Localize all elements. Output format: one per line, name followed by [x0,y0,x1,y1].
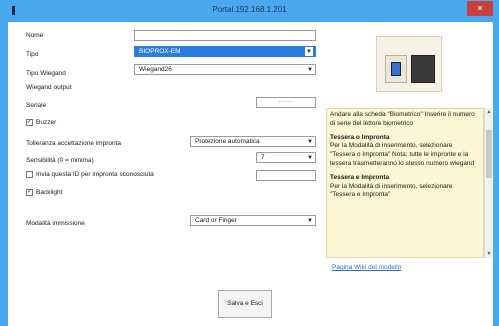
tipo-value: BIOPROX-EM [139,48,181,55]
close-button[interactable]: ✕ [467,1,493,16]
help-panel: Andare alla scheda "Biometrico" Inserire… [326,108,484,258]
help-section1-title: Tessera o Impronta [330,133,390,141]
buzzer-label: Buzzer [36,119,57,126]
title-bar: Portal.192.168.1.201 ✕ [0,0,499,22]
help-intro: Andare alla scheda "Biometrico" Inserire… [330,111,475,127]
tolleranza-label: Tolleranza accettazione impronta [26,140,122,147]
backlight-checkbox[interactable]: ✓ [26,189,33,196]
device-image [376,36,442,92]
wiegand-type-select[interactable]: Wiegand26 ▼ [134,64,316,75]
nome-label: Nome [26,32,44,39]
scroll-up-icon[interactable]: ▲ [485,109,493,115]
tolleranza-select[interactable]: Protezione automatica ▼ [190,136,316,147]
window-frame-left [0,22,8,326]
help-section1-body: Per la Modalità di inserimento, selezion… [330,142,475,167]
chevron-down-icon: ▼ [307,67,313,73]
card-reader-icon [385,55,407,83]
chevron-down-icon: ▼ [305,47,313,56]
window-frame-right [493,22,499,326]
scroll-down-icon[interactable]: ▼ [485,251,493,257]
fingerprint-pad-icon [411,55,435,83]
wiegand-output-label: Wiegand output [26,84,72,91]
tolleranza-value: Protezione automatica [195,138,260,145]
backlight-label: Backlight [36,189,63,196]
help-section2-body: Per la Modalità di inserimento, selezion… [330,182,453,199]
seriale-input[interactable]: - - - - - [256,97,316,108]
modalita-value: Card or Finger [195,217,237,224]
chevron-down-icon: ▼ [307,139,313,145]
invia-checkbox[interactable] [26,171,33,178]
sensibilita-label: Sensibilità (0 = minima) [26,157,94,164]
scroll-thumb[interactable] [486,130,492,178]
wiegand-type-value: Wiegand26 [139,66,172,73]
tipo-select[interactable]: BIOPROX-EM ▼ [134,46,316,57]
reader-slot [391,62,401,76]
nome-input[interactable] [134,30,316,41]
modalita-label: Modalità immissione [26,220,85,227]
modalita-select[interactable]: Card or Finger ▼ [190,215,316,226]
window-title: Portal.192.168.1.201 [212,5,287,14]
save-exit-button[interactable]: Salva e Esci [218,290,272,318]
wiki-link[interactable]: Pagina Wiki del modello [332,264,401,271]
seriale-label: Seriale [26,102,47,109]
invia-id-input[interactable] [256,170,316,181]
help-scrollbar[interactable]: ▲ ▼ [484,108,492,258]
chevron-down-icon: ▼ [307,218,313,224]
sensibilita-value: 7 [261,154,265,161]
buzzer-checkbox[interactable]: ✓ [26,119,33,126]
wiegand-type-label: Tipo Wiegand [26,70,66,77]
sensibilita-select[interactable]: 7 ▼ [256,152,316,163]
tipo-label: Tipo [26,51,39,58]
help-section2-title: Tessera e Impronta [330,173,390,181]
invia-label: Invia questa ID per impronta sconosciuta [36,171,154,178]
chevron-down-icon: ▼ [307,155,313,161]
